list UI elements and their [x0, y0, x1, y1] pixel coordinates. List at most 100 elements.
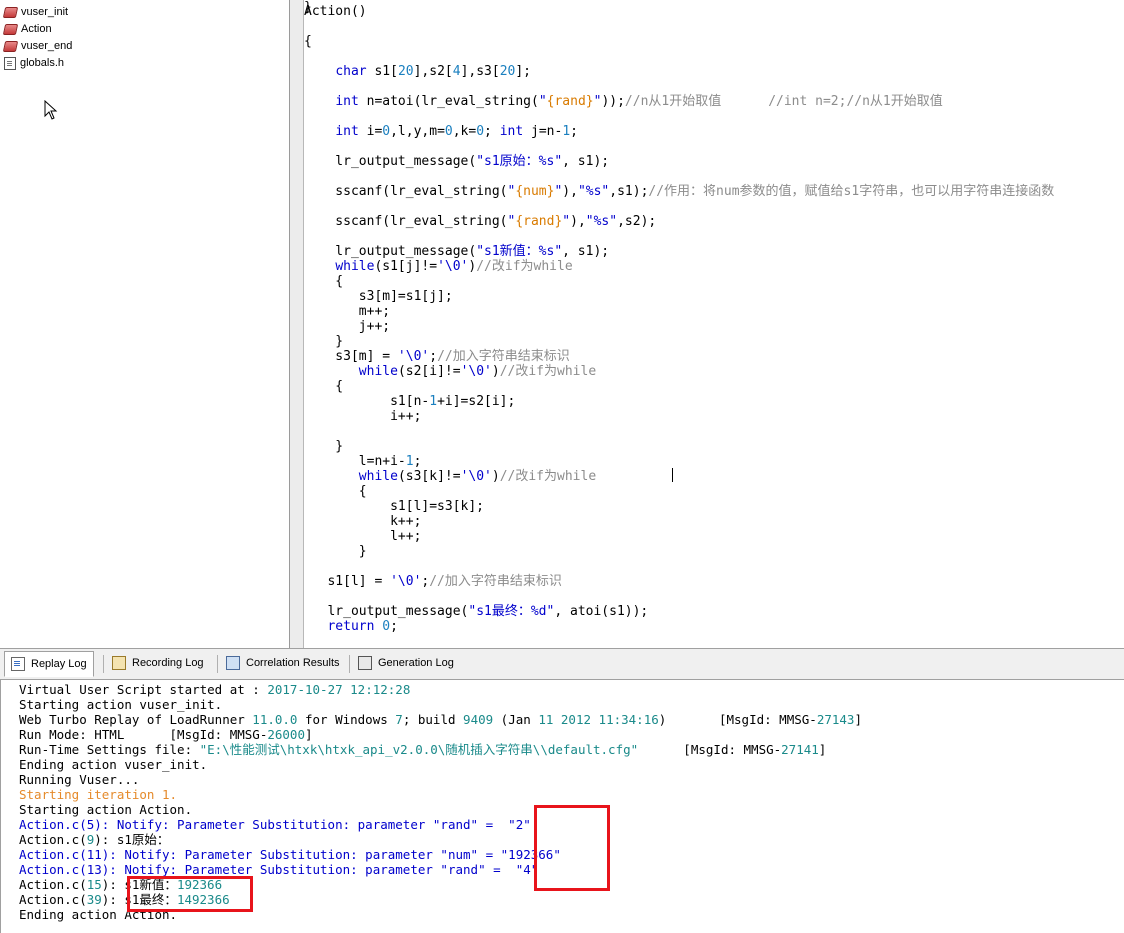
code-line[interactable]: m++;	[304, 304, 390, 319]
code-token: 0	[382, 619, 391, 634]
tree-item-globals-h[interactable]: globals.h	[4, 55, 64, 71]
log-token: 26000	[267, 727, 305, 742]
tree-item-action[interactable]: Action	[2, 21, 52, 37]
code-line[interactable]: {	[304, 484, 367, 499]
generation-log-icon	[358, 656, 372, 670]
tab-label: Replay Log	[31, 658, 87, 670]
tab-generation-log[interactable]: Generation Log	[352, 652, 460, 674]
code-line[interactable]: while(s1[j]!='\0')//改if为while	[304, 259, 572, 274]
tree-item-vuser-end[interactable]: vuser_end	[2, 38, 72, 54]
log-line: Action.c(11): Notify: Parameter Substitu…	[19, 847, 561, 862]
code-line[interactable]: while(s3[k]!='\0')//改if为while	[304, 469, 596, 484]
code-line[interactable]: }	[304, 544, 367, 559]
log-token: 27141	[781, 742, 819, 757]
code-token: ),	[570, 214, 586, 229]
panel-splitter[interactable]	[290, 0, 304, 648]
log-token: Starting action Action.	[19, 802, 193, 817]
log-token: 39	[86, 892, 102, 907]
highlight-box-parameter-values	[534, 805, 610, 891]
code-token: (s3[k]!=	[397, 469, 461, 484]
code-line[interactable]: }	[304, 439, 343, 454]
code-line[interactable]: s1[l]=s3[k];	[304, 499, 484, 514]
code-line[interactable]: int n=atoi(lr_eval_string("{rand}"));//n…	[304, 94, 943, 109]
code-token: '\0'	[390, 574, 422, 589]
code-line[interactable]: s1[l] = '\0';//加入字符串结束标识	[304, 574, 561, 589]
code-line[interactable]: lr_output_message("s1原始：%s", s1);	[304, 154, 609, 169]
code-token: ];	[515, 64, 532, 79]
code-line[interactable]: }	[304, 0, 312, 15]
code-line[interactable]: return 0;	[304, 619, 398, 634]
log-token: Run Mode: HTML [MsgId: MMSG-	[19, 727, 268, 742]
code-line[interactable]: s3[m]=s1[j];	[304, 289, 453, 304]
code-token: +i]=s2[i];	[437, 394, 516, 409]
code-token: "	[562, 214, 571, 229]
code-line[interactable]: {	[304, 379, 343, 394]
log-line: Action.c(5): Notify: Parameter Substitut…	[19, 817, 531, 832]
action-icon	[2, 6, 19, 18]
code-token: //n从1开始取值 //int n=2;//n从1开始取值	[624, 94, 943, 109]
code-token: }	[304, 0, 312, 15]
code-token: , atoi(s1));	[554, 604, 649, 619]
code-token: int	[499, 124, 524, 139]
code-token: 20	[397, 64, 414, 79]
code-token: {rand}	[546, 94, 594, 109]
code-token: lr_output_message(	[304, 604, 469, 619]
tree-item-label: globals.h	[20, 57, 65, 69]
code-line[interactable]: lr_output_message("s1新值：%s", s1);	[304, 244, 609, 259]
code-token: , s1);	[562, 244, 610, 259]
code-token: "s1原始：%s"	[476, 154, 563, 169]
log-token: [MsgId: MMSG-	[638, 742, 782, 757]
code-token: 1	[405, 454, 414, 469]
code-line[interactable]: lr_output_message("s1最终：%d", atoi(s1));	[304, 604, 648, 619]
tab-replay-log[interactable]: Replay Log	[4, 651, 94, 677]
code-line[interactable]: int i=0,l,y,m=0,k=0; int j=n-1;	[304, 124, 578, 139]
code-token: ),	[562, 184, 578, 199]
code-line[interactable]: }	[304, 334, 343, 349]
code-token: Action()	[304, 4, 367, 19]
tab-recording-log[interactable]: Recording Log	[106, 652, 210, 674]
code-line[interactable]: l++;	[304, 529, 421, 544]
log-token: ]	[818, 742, 827, 757]
tree-item-vuser-init[interactable]: vuser_init	[2, 4, 68, 20]
log-line: Web Turbo Replay of LoadRunner 11.0.0 fo…	[19, 712, 862, 727]
code-editor[interactable]: Action() { char s1[20],s2[4],s3[20]; int …	[304, 0, 1124, 648]
code-line[interactable]: Action()	[304, 4, 367, 19]
code-token: //改if为while	[499, 469, 597, 484]
log-token: Virtual User Script started at :	[19, 682, 268, 697]
code-token: i=	[358, 124, 383, 139]
code-token: }	[304, 544, 367, 559]
code-line[interactable]: s1[n-1+i]=s2[i];	[304, 394, 515, 409]
tree-item-label: Action	[21, 23, 52, 35]
log-line: Running Vuser...	[19, 772, 139, 787]
recording-log-icon	[112, 656, 126, 670]
code-token: )	[491, 469, 500, 484]
code-token: {	[304, 484, 367, 499]
code-line[interactable]: j++;	[304, 319, 390, 334]
log-token: ]	[305, 727, 313, 742]
code-token: ,s2);	[617, 214, 657, 229]
code-line[interactable]: s3[m] = '\0';//加入字符串结束标识	[304, 349, 569, 364]
code-line[interactable]: {	[304, 274, 343, 289]
log-token: Action.c(11): Notify: Parameter Substitu…	[19, 847, 561, 862]
code-token: {rand}	[515, 214, 563, 229]
output-tab-bar: Replay Log Recording Log Correlation Resul…	[0, 648, 1124, 680]
code-token: int	[335, 124, 359, 139]
code-token: return	[327, 619, 375, 634]
code-line[interactable]: l=n+i-1;	[304, 454, 422, 469]
log-token: Web Turbo Replay of LoadRunner	[19, 712, 253, 727]
code-token: ;	[390, 619, 398, 634]
tab-correlation-results[interactable]: Correlation Results	[220, 652, 346, 674]
log-token: 11.0.0	[252, 712, 298, 727]
code-line[interactable]: sscanf(lr_eval_string("{num}"),"%s",s1);…	[304, 184, 1054, 199]
code-token: n=atoi(lr_eval_string(	[358, 94, 539, 109]
code-line[interactable]: {	[304, 34, 312, 49]
code-token: 0	[476, 124, 485, 139]
code-line[interactable]: k++;	[304, 514, 421, 529]
code-line[interactable]: i++;	[304, 409, 421, 424]
code-line[interactable]: while(s2[i]!='\0')//改if为while	[304, 364, 596, 379]
code-line[interactable]: char s1[20],s2[4],s3[20];	[304, 64, 531, 79]
log-line: Action.c(13): Notify: Parameter Substitu…	[19, 862, 538, 877]
code-line[interactable]: sscanf(lr_eval_string("{rand}"),"%s",s2)…	[304, 214, 656, 229]
